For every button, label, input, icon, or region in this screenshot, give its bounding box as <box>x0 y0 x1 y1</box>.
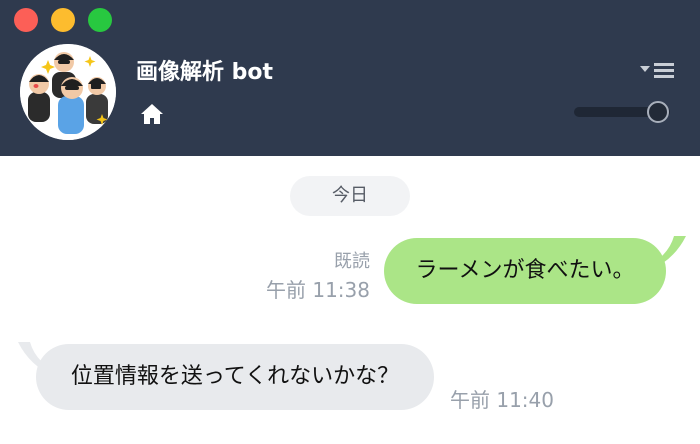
outgoing-message-bubble[interactable]: ラーメンが食べたい。 <box>384 238 666 304</box>
slider-knob[interactable] <box>646 101 669 123</box>
menu-dropdown-icon-graphic <box>640 63 674 78</box>
maximize-button[interactable] <box>88 8 112 32</box>
avatar[interactable] <box>20 44 116 140</box>
person-left <box>28 74 50 122</box>
person-right <box>86 77 108 124</box>
person-center <box>58 77 84 134</box>
close-button[interactable] <box>14 8 38 32</box>
home-icon-graphic <box>141 104 163 124</box>
menu-dropdown-icon[interactable] <box>637 60 675 80</box>
date-separator: 今日 <box>290 176 410 216</box>
chat-title: 画像解析 bot <box>136 60 274 85</box>
home-icon[interactable] <box>138 100 166 128</box>
incoming-message-bubble[interactable]: 位置情報を送ってくれないかな？ <box>36 344 434 410</box>
minimize-button[interactable] <box>51 8 75 32</box>
volume-slider[interactable] <box>572 100 678 124</box>
chat-header: 画像解析 bot <box>0 0 700 156</box>
bot-avatar-illustration <box>20 44 116 140</box>
sent-timestamp: 午前 11:38 <box>266 278 370 302</box>
received-timestamp: 午前 11:40 <box>450 388 554 412</box>
read-receipt: 既読 <box>334 251 370 272</box>
